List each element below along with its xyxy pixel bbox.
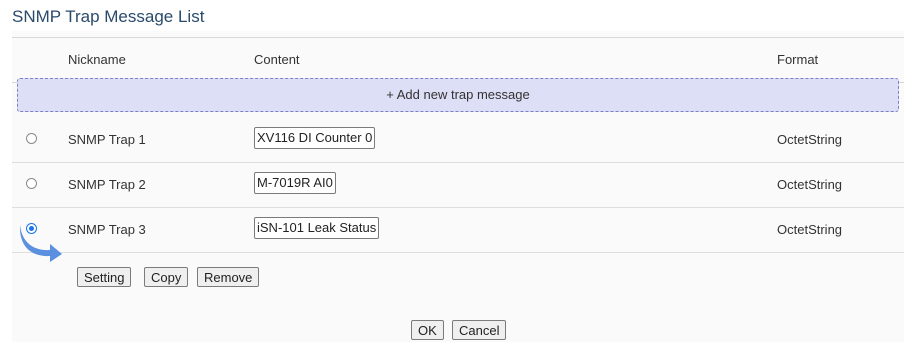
row-format: OctetString bbox=[777, 132, 843, 147]
ok-button[interactable]: OK bbox=[411, 320, 444, 340]
curved-arrow-icon bbox=[19, 225, 62, 262]
row-format: OctetString bbox=[777, 177, 843, 192]
cancel-button[interactable]: Cancel bbox=[452, 320, 507, 340]
row-content-field: iSN-101 Leak Status bbox=[254, 217, 380, 239]
page-title: SNMP Trap Message List bbox=[12, 7, 205, 26]
column-header-format: Format bbox=[777, 52, 819, 67]
trap-message-panel: Nickname Content Format + Add new trap m… bbox=[12, 31, 904, 342]
row-nickname: SNMP Trap 3 bbox=[68, 222, 146, 237]
row-content-field: XV116 DI Counter 0 bbox=[254, 127, 376, 149]
row-select-radio[interactable] bbox=[26, 133, 37, 144]
row-nickname: SNMP Trap 1 bbox=[68, 132, 146, 147]
row-select-radio[interactable] bbox=[26, 178, 37, 189]
row-nickname: SNMP Trap 2 bbox=[68, 177, 146, 192]
column-header-nickname: Nickname bbox=[68, 52, 126, 67]
table-row[interactable]: SNMP Trap 3 iSN-101 Leak Status OctetStr… bbox=[12, 208, 904, 253]
remove-button[interactable]: Remove bbox=[197, 267, 260, 287]
table-row[interactable]: SNMP Trap 2 M-7019R AI0 OctetString bbox=[12, 163, 904, 208]
row-content-field: M-7019R AI0 bbox=[254, 172, 336, 194]
row-format: OctetString bbox=[777, 222, 843, 237]
add-trap-message-button[interactable]: + Add new trap message bbox=[17, 78, 899, 112]
setting-button[interactable]: Setting bbox=[77, 267, 132, 287]
table-row[interactable]: SNMP Trap 1 XV116 DI Counter 0 OctetStri… bbox=[12, 118, 904, 163]
copy-button[interactable]: Copy bbox=[144, 267, 189, 287]
column-header-content: Content bbox=[254, 52, 300, 67]
table-header: Nickname Content Format bbox=[12, 37, 904, 83]
